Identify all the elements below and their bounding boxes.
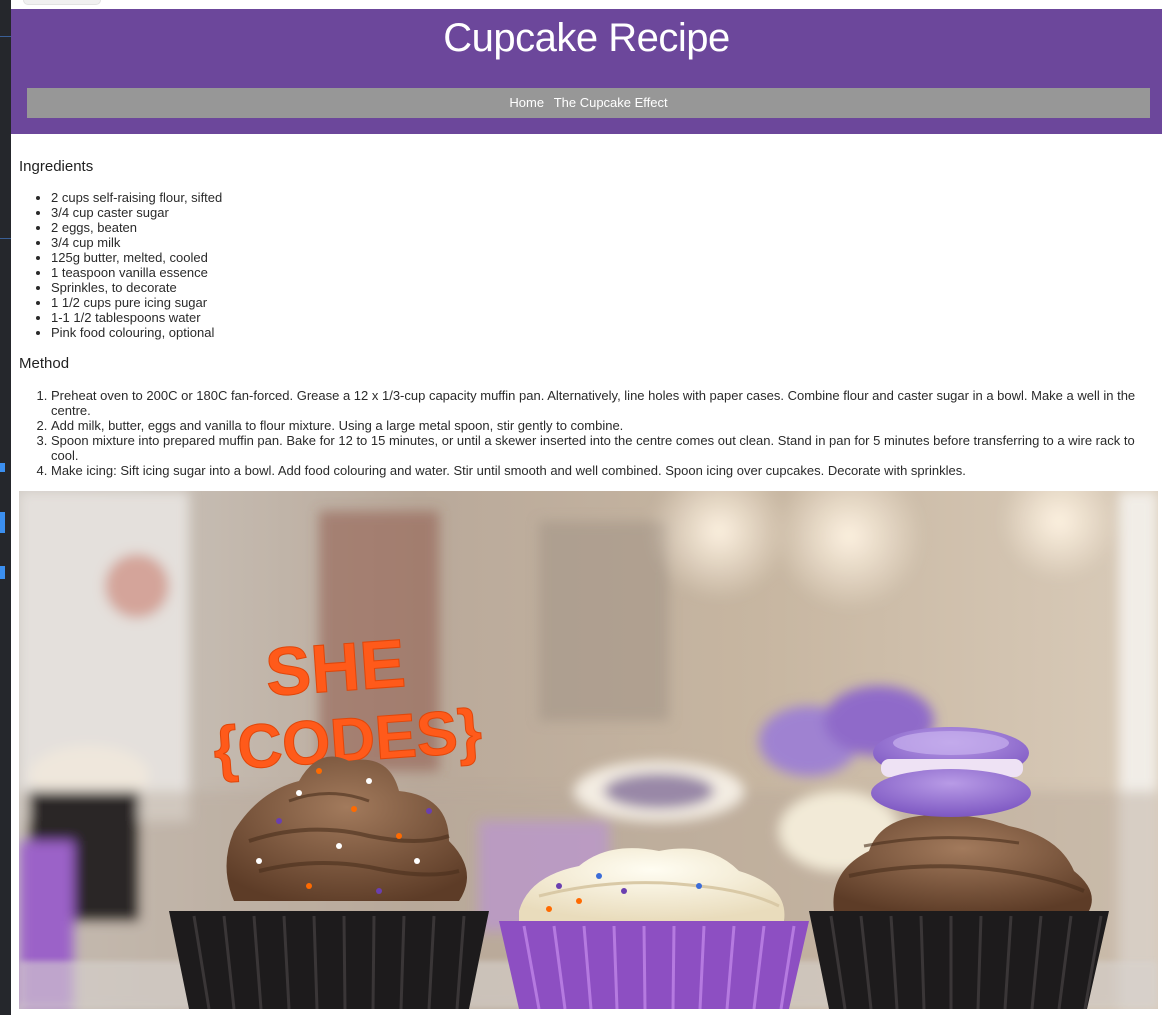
ingredient-item: 3/4 cup milk (51, 235, 222, 250)
method-step: Preheat oven to 200C or 180C fan-forced.… (51, 388, 1152, 418)
editor-divider (0, 238, 11, 239)
cupcake-photo: SHE {CODES} (19, 491, 1158, 1009)
ingredient-item: Sprinkles, to decorate (51, 280, 222, 295)
ingredient-item: 3/4 cup caster sugar (51, 205, 222, 220)
ingredient-item: 125g butter, melted, cooled (51, 250, 222, 265)
ingredient-item: 1-1 1/2 tablespoons water (51, 310, 222, 325)
recipe-page: Cupcake Recipe Home The Cupcake Effect I… (11, 9, 1162, 1015)
editor-marker (0, 512, 5, 533)
nav-link-home[interactable]: Home (509, 95, 544, 110)
page-title: Cupcake Recipe (443, 16, 730, 60)
ingredient-item: 2 cups self-raising flour, sifted (51, 190, 222, 205)
method-step: Add milk, butter, eggs and vanilla to fl… (51, 418, 1152, 433)
method-step: Spoon mixture into prepared muffin pan. … (51, 433, 1152, 463)
editor-marker (0, 566, 5, 579)
nav-bar: Home The Cupcake Effect (27, 88, 1150, 118)
ingredient-item: 2 eggs, beaten (51, 220, 222, 235)
editor-marker (0, 463, 5, 472)
nav-link-cupcake-effect[interactable]: The Cupcake Effect (554, 95, 668, 110)
editor-divider (0, 36, 11, 37)
cupcake-photo-illustration: SHE {CODES} (19, 491, 1158, 1009)
method-step: Make icing: Sift icing sugar into a bowl… (51, 463, 1152, 478)
ingredients-list: 2 cups self-raising flour, sifted 3/4 cu… (19, 190, 222, 340)
method-heading: Method (19, 355, 70, 372)
browser-tab[interactable] (23, 0, 101, 5)
ingredient-item: 1 teaspoon vanilla essence (51, 265, 222, 280)
site-header: Cupcake Recipe Home The Cupcake Effect (11, 9, 1162, 134)
ingredient-item: 1 1/2 cups pure icing sugar (51, 295, 222, 310)
macaron (871, 727, 1031, 817)
ingredient-item: Pink food colouring, optional (51, 325, 222, 340)
method-list: Preheat oven to 200C or 180C fan-forced.… (19, 388, 1152, 478)
background-editor-edge (0, 0, 11, 1015)
topper-text-she: SHE (263, 625, 408, 711)
ingredients-heading: Ingredients (19, 158, 94, 175)
